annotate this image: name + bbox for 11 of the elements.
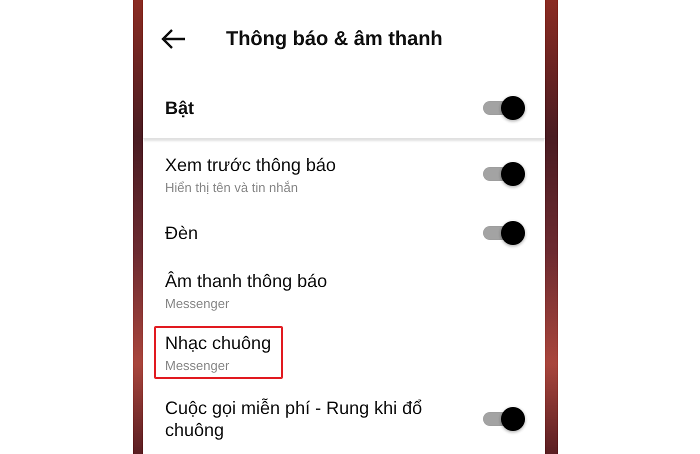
setting-label: Cuộc gọi miễn phí - Rung khi đổ chuông	[165, 397, 424, 441]
setting-description: Messenger	[165, 296, 230, 310]
setting-label: Nhạc chuông	[165, 332, 272, 354]
setting-label: Xem trước thông báo	[165, 154, 336, 176]
setting-label: Âm thanh thông báo	[165, 270, 328, 292]
setting-label: Đèn	[165, 222, 198, 244]
setting-description: Hiển thị tên và tin nhắn	[165, 180, 299, 194]
setting-description: Messenger	[165, 358, 230, 372]
back-arrow-icon[interactable]	[160, 28, 186, 50]
screen-title: Thông báo & âm thanh	[226, 28, 443, 50]
setting-label: Bật	[165, 98, 194, 118]
